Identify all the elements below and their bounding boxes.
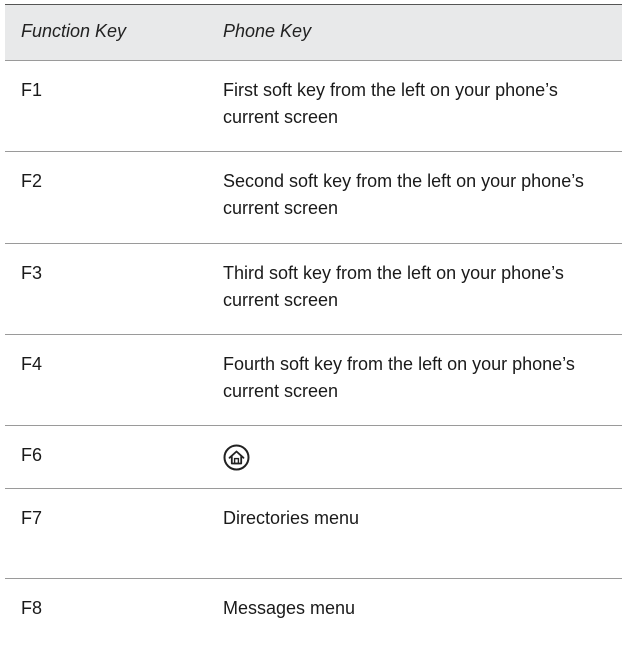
phone-key-cell: [223, 426, 622, 479]
table-row: F7 Directories menu: [5, 489, 622, 579]
phone-key-cell: First soft key from the left on your pho…: [223, 80, 558, 127]
table-row: F1 First soft key from the left on your …: [5, 61, 622, 152]
function-key-cell: F1: [21, 80, 43, 100]
table-row: F8 Messages menu: [5, 579, 622, 649]
column-header-phone-key: Phone Key: [223, 21, 312, 41]
function-key-cell: F8: [21, 598, 43, 618]
home-icon: [223, 444, 250, 471]
function-key-cell: F3: [21, 263, 43, 283]
phone-key-cell: Fourth soft key from the left on your ph…: [223, 354, 575, 401]
function-key-table: Function Key Phone Key F1 First soft key…: [5, 4, 622, 649]
function-key-cell: F7: [21, 508, 43, 528]
column-header-function-key: Function Key: [21, 21, 127, 41]
phone-key-cell: Messages menu: [223, 598, 356, 618]
table-header-row: Function Key Phone Key: [5, 5, 622, 61]
phone-key-cell: Second soft key from the left on your ph…: [223, 171, 584, 218]
phone-key-cell: Directories menu: [223, 508, 360, 528]
function-key-cell: F2: [21, 171, 43, 191]
function-key-cell: F4: [21, 354, 43, 374]
table-row: F2 Second soft key from the left on your…: [5, 152, 622, 244]
phone-key-cell: Third soft key from the left on your pho…: [223, 263, 564, 310]
table-row: F4 Fourth soft key from the left on your…: [5, 335, 622, 426]
table-row: F3 Third soft key from the left on your …: [5, 244, 622, 335]
function-key-cell: F6: [21, 445, 43, 465]
table-row: F6: [5, 426, 622, 489]
